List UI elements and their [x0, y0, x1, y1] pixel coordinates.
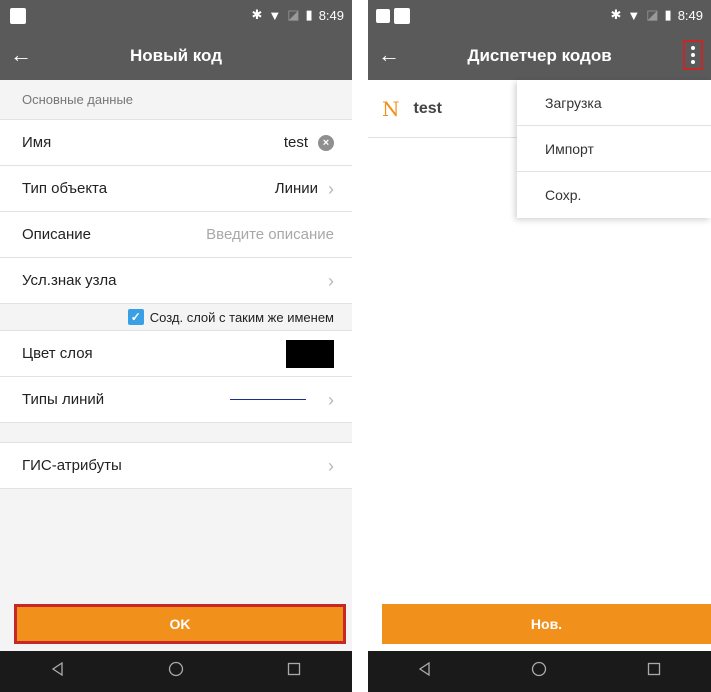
code-name: test — [413, 99, 442, 117]
no-sim-icon: ◪ — [287, 7, 300, 22]
bluetooth-icon: ✱ — [610, 7, 622, 22]
new-code-button[interactable]: Нов. — [382, 604, 711, 644]
code-manager-screen: ✱ ▼ ◪ ▮ 8:49 ← Диспетчер кодов N test За… — [368, 0, 711, 692]
wifi-icon: ▼ — [268, 7, 282, 23]
system-nav-bar — [0, 651, 352, 692]
notification-icon — [394, 8, 410, 24]
create-layer-label: Созд. слой с таким же именем — [149, 309, 334, 325]
chevron-right-icon: › — [328, 455, 334, 476]
app-bar: ← Новый код — [0, 32, 352, 80]
node-symbol-label: Усл.знак узла — [22, 272, 117, 289]
line-type-sample — [230, 399, 306, 400]
description-row[interactable]: Описание Введите описание — [0, 212, 352, 258]
menu-item-save[interactable]: Сохр. — [517, 172, 711, 218]
section-header-basic: Основные данные — [0, 80, 352, 120]
name-field-row[interactable]: Имя test × — [0, 120, 352, 166]
menu-item-import[interactable]: Импорт — [517, 126, 711, 172]
system-nav-bar — [368, 651, 711, 692]
layer-color-swatch[interactable] — [286, 339, 334, 368]
nav-back-icon[interactable] — [418, 661, 432, 681]
object-type-row[interactable]: Тип объекта Линии › — [0, 166, 352, 212]
overflow-menu: Загрузка Импорт Сохр. — [517, 80, 711, 218]
layer-color-row[interactable]: Цвет слоя — [0, 331, 352, 377]
name-label: Имя — [22, 134, 52, 151]
chevron-right-icon: › — [328, 270, 334, 291]
divider — [0, 423, 352, 443]
create-layer-checkbox-row[interactable]: ✓ Созд. слой с таким же именем — [0, 304, 352, 331]
gis-attributes-row[interactable]: ГИС-атрибуты › — [0, 443, 352, 489]
chevron-right-icon: › — [328, 389, 334, 410]
nav-home-icon[interactable] — [531, 661, 547, 682]
layer-color-label: Цвет слоя — [22, 345, 93, 362]
name-input[interactable]: test — [284, 134, 308, 151]
nav-recents-icon[interactable] — [287, 662, 301, 681]
polyline-icon: N — [382, 96, 400, 121]
checkbox-checked-icon[interactable]: ✓ — [127, 309, 144, 325]
wifi-icon: ▼ — [627, 7, 641, 23]
nav-back-icon[interactable] — [51, 661, 65, 681]
page-title: Новый код — [129, 46, 223, 65]
chevron-right-icon: › — [328, 178, 334, 199]
node-symbol-row[interactable]: Усл.знак узла › — [0, 258, 352, 304]
nav-home-icon[interactable] — [168, 661, 184, 682]
clock: 8:49 — [677, 7, 703, 23]
no-sim-icon: ◪ — [646, 7, 659, 22]
nav-recents-icon[interactable] — [647, 662, 661, 681]
image-notification-icon — [376, 9, 390, 23]
description-input[interactable]: Введите описание — [206, 226, 334, 243]
status-bar: ✱ ▼ ◪ ▮ 8:49 — [368, 0, 711, 32]
line-types-label: Типы линий — [22, 391, 105, 408]
overflow-menu-icon[interactable] — [683, 40, 703, 70]
bluetooth-icon: ✱ — [251, 7, 263, 22]
menu-item-load[interactable]: Загрузка — [517, 80, 711, 126]
new-code-screen: ✱ ▼ ◪ ▮ 8:49 ← Новый код Основные данные… — [0, 0, 352, 692]
object-type-value: Линии — [274, 180, 318, 197]
ok-button[interactable]: OK — [14, 604, 346, 644]
line-types-row[interactable]: Типы линий › — [0, 377, 352, 423]
notification-icon — [10, 8, 26, 24]
gis-attributes-label: ГИС-атрибуты — [22, 457, 122, 474]
object-type-label: Тип объекта — [22, 180, 108, 197]
page-title: Диспетчер кодов — [467, 46, 612, 65]
battery-icon: ▮ — [664, 7, 672, 22]
battery-icon: ▮ — [305, 7, 313, 22]
description-label: Описание — [22, 226, 92, 243]
clear-icon[interactable]: × — [318, 134, 334, 151]
app-bar: ← Диспетчер кодов — [368, 32, 711, 80]
clock: 8:49 — [318, 7, 344, 23]
status-bar: ✱ ▼ ◪ ▮ 8:49 — [0, 0, 352, 32]
